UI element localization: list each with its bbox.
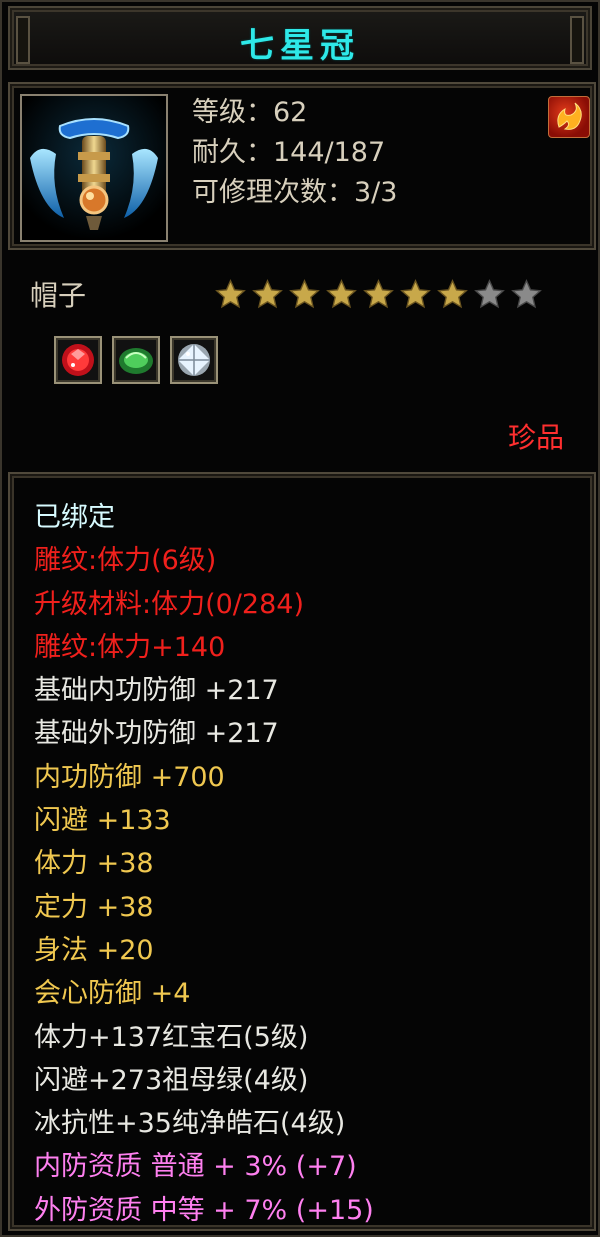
item-tooltip: 七星冠 等级：62 耐久：144/187 可修理次数：3/3 帽子 珍品 已绑定… [0,0,600,1237]
star-rating [214,278,543,311]
star-filled-icon [215,279,246,309]
star-filled-icon [363,279,394,309]
item-icon-frame[interactable] [20,94,168,242]
attribute-line: 体力+137红宝石(5级) [34,1021,309,1053]
crown-item-icon [22,96,166,240]
emerald-gem-icon [119,348,153,374]
star-empty-icon [474,279,505,309]
attribute-line: 内功防御 +700 [34,761,225,793]
attribute-line: 体力 +38 [34,848,154,880]
attribute-line: 雕纹:体力+140 [34,631,226,663]
attribute-line: 内防资质 普通 + 3% (+7) [34,1151,357,1183]
star-filled-icon [437,279,468,309]
item-category: 帽子 [30,279,87,312]
diamond-gem-icon [178,344,210,376]
attribute-list: 已绑定 雕纹:体力(6级) 升级材料:体力(0/284) 雕纹:体力+140 基… [34,496,374,1232]
gem-slots [54,336,218,384]
star-filled-icon [400,279,431,309]
attribute-line: 闪避+273祖母绿(4级) [34,1064,309,1096]
attribute-line: 外防资质 中等 + 7% (+15) [34,1194,374,1226]
gem-slot-2[interactable] [112,336,160,384]
item-name: 七星冠 [240,26,360,66]
attribute-line: 身法 +20 [34,934,154,966]
flame-glyph-icon [557,102,582,130]
attribute-line: 定力 +38 [34,891,154,923]
star-filled-icon [326,279,357,309]
attribute-line: 升级材料:体力(0/284) [34,588,304,620]
attribute-line: 雕纹:体力(6级) [34,545,217,577]
star-filled-icon [289,279,320,309]
ruby-gem-icon [62,344,94,376]
attribute-line: 闪避 +133 [34,805,171,837]
attribute-line: 已绑定 [34,502,115,533]
quality-label: 珍品 [507,421,564,454]
repair-count-stat: 可修理次数：3/3 [192,177,398,208]
item-info-box: 等级：62 耐久：144/187 可修理次数：3/3 [8,82,596,250]
title-bar: 七星冠 [8,6,592,70]
level-stat: 等级：62 [192,97,308,128]
star-filled-icon [252,279,283,309]
gem-slot-3[interactable] [170,336,218,384]
star-empty-icon [511,279,542,309]
attribute-box: 已绑定 雕纹:体力(6级) 升级材料:体力(0/284) 雕纹:体力+140 基… [8,472,596,1231]
durability-stat: 耐久：144/187 [192,137,386,168]
attribute-line: 基础内功防御 +217 [34,675,279,707]
attribute-line: 基础外功防御 +217 [34,718,279,750]
attribute-line: 会心防御 +4 [34,978,191,1010]
gem-slot-1[interactable] [54,336,102,384]
flame-dragon-icon[interactable] [548,96,590,138]
attribute-line: 冰抗性+35纯净皓石(4级) [34,1108,346,1140]
